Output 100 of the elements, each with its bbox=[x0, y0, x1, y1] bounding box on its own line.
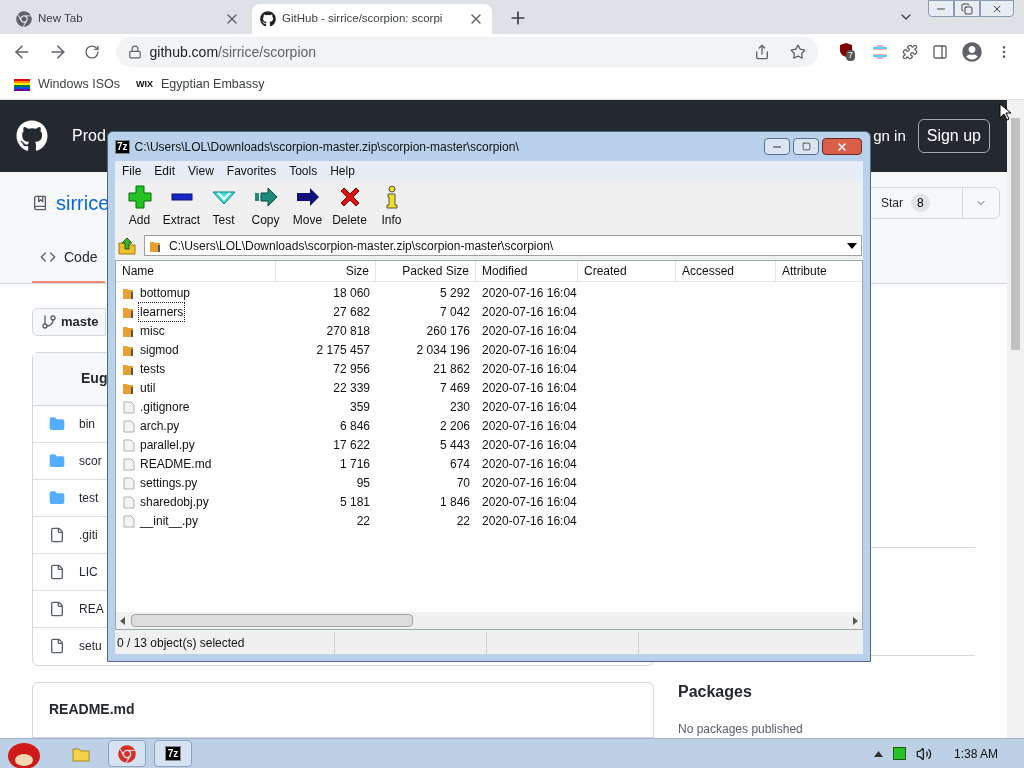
branch-icon bbox=[41, 313, 57, 330]
github-logo-icon[interactable] bbox=[16, 120, 48, 152]
column-header[interactable]: Created bbox=[578, 261, 676, 281]
file-link[interactable]: .giti bbox=[79, 525, 98, 544]
menu-item[interactable]: Tools bbox=[283, 162, 324, 180]
file-link[interactable]: test bbox=[79, 488, 99, 507]
tray-arrow-icon[interactable] bbox=[873, 750, 883, 757]
column-header[interactable]: Accessed bbox=[676, 261, 776, 281]
column-header[interactable]: Name bbox=[116, 261, 276, 281]
share-icon[interactable] bbox=[754, 44, 770, 60]
file-icon bbox=[49, 638, 65, 655]
repo-name[interactable]: sirrice bbox=[56, 187, 110, 218]
window-title: C:\Users\LOL\Downloads\scorpion-master.zip\scorpion-master\scorpion\ bbox=[134, 138, 519, 156]
address-field[interactable]: github.com/sirrice/scorpion bbox=[115, 37, 818, 67]
folder-icon bbox=[49, 452, 65, 469]
menu-item[interactable]: File bbox=[116, 162, 148, 180]
scroll-thumb[interactable] bbox=[131, 614, 413, 627]
volume-icon[interactable] bbox=[915, 745, 932, 762]
file-name[interactable]: arch.py bbox=[138, 415, 182, 436]
commit-author[interactable]: Eug bbox=[81, 368, 108, 390]
file-link[interactable]: bin bbox=[79, 414, 95, 433]
file-link[interactable]: LIC bbox=[79, 562, 98, 581]
file-name[interactable]: util bbox=[138, 377, 158, 398]
maximize-button[interactable] bbox=[793, 138, 819, 155]
repo-tab[interactable]: Code bbox=[32, 233, 106, 283]
toolbar-button[interactable]: Test bbox=[203, 183, 244, 231]
file-name[interactable]: .gitignore bbox=[138, 396, 192, 417]
close-button[interactable] bbox=[980, 0, 1014, 17]
taskbar-button[interactable]: 7z bbox=[154, 740, 192, 767]
browser-tab[interactable]: New Tab bbox=[8, 4, 248, 34]
toolbar-button[interactable]: Move bbox=[287, 183, 328, 231]
scroll-left-icon[interactable] bbox=[120, 616, 125, 625]
file-name[interactable]: settings.py bbox=[138, 472, 200, 493]
close-button[interactable] bbox=[822, 138, 862, 155]
sidebar-heading: Packages bbox=[678, 682, 753, 702]
browser-tab[interactable]: GitHub - sirrice/scorpion: scorpi bbox=[252, 4, 492, 34]
file-icon bbox=[122, 494, 136, 509]
file-name[interactable]: README.md bbox=[138, 453, 214, 474]
table-cell-text: 5 181 bbox=[339, 493, 370, 511]
branch-button[interactable]: maste bbox=[32, 308, 106, 336]
bookmark[interactable]: WIX Egyptian Embassy bbox=[135, 75, 265, 94]
maximize-button[interactable] bbox=[954, 0, 980, 17]
app-logo: 7z bbox=[164, 746, 182, 761]
side-panel-icon[interactable] bbox=[932, 44, 948, 60]
up-folder-icon[interactable] bbox=[116, 235, 138, 256]
table-cell-text: 1 846 bbox=[439, 493, 470, 511]
taskbar-button[interactable] bbox=[108, 740, 146, 767]
toolbar-button[interactable]: Add bbox=[119, 183, 160, 231]
toolbar-button[interactable]: Delete bbox=[329, 183, 370, 231]
file-name[interactable]: tests bbox=[138, 358, 168, 379]
menu-item[interactable]: View bbox=[182, 162, 220, 180]
table-cell-text: 2020-07-16 16:04 bbox=[482, 436, 577, 454]
minimize-button[interactable] bbox=[764, 138, 790, 155]
file-name[interactable]: misc bbox=[138, 320, 167, 341]
toolbar-button[interactable]: Info bbox=[371, 183, 412, 231]
github-icon bbox=[260, 11, 276, 27]
column-header[interactable]: Size bbox=[276, 261, 376, 281]
menu-item[interactable]: Edit bbox=[148, 162, 182, 180]
file-icon bbox=[122, 513, 136, 528]
file-name[interactable]: bottomup bbox=[138, 282, 193, 303]
table-cell-text: 2 175 457 bbox=[316, 341, 370, 359]
file-name[interactable]: sharedobj.py bbox=[138, 491, 211, 512]
network-icon[interactable] bbox=[892, 747, 906, 760]
reload-icon[interactable] bbox=[83, 44, 100, 60]
sign-in-link[interactable]: gn in bbox=[873, 124, 906, 148]
file-icon bbox=[122, 475, 136, 490]
clock[interactable]: 1:38 AM bbox=[953, 744, 998, 763]
file-name[interactable]: __init__.py bbox=[138, 510, 201, 531]
column-header[interactable]: Attribute bbox=[776, 261, 862, 281]
table-cell-text: 674 bbox=[449, 455, 470, 473]
file-icon bbox=[122, 437, 136, 452]
profile-icon[interactable] bbox=[962, 42, 982, 62]
menu-item[interactable]: Help bbox=[324, 162, 361, 180]
file-link[interactable]: setu bbox=[79, 637, 102, 656]
extensions-icon[interactable] bbox=[902, 44, 918, 60]
star-icon[interactable] bbox=[790, 44, 806, 60]
menu-item[interactable]: Favorites bbox=[220, 162, 283, 180]
table-cell-text: 2020-07-16 16:04 bbox=[482, 341, 577, 359]
scroll-right-icon[interactable] bbox=[853, 616, 858, 625]
file-name[interactable]: learners bbox=[138, 301, 186, 322]
sidebar-text: No packages published bbox=[678, 721, 804, 738]
toolbar-button[interactable]: Copy bbox=[245, 183, 286, 231]
dropdown-arrow-icon[interactable] bbox=[847, 242, 857, 249]
table-cell-text: 2020-07-16 16:04 bbox=[482, 493, 577, 511]
readme-title: README.md bbox=[49, 699, 135, 719]
column-header[interactable]: Modified bbox=[476, 261, 578, 281]
file-link[interactable]: REA bbox=[79, 599, 104, 618]
star-button[interactable]: Star 8 bbox=[868, 186, 1000, 219]
chrome-icon bbox=[16, 11, 32, 27]
toolbar-button[interactable]: Extract bbox=[161, 183, 202, 231]
file-link[interactable]: scor bbox=[79, 451, 102, 470]
table-cell-text: 2020-07-16 16:04 bbox=[482, 322, 577, 340]
file-name[interactable]: parallel.py bbox=[138, 434, 197, 455]
app-logo: 7z bbox=[115, 139, 130, 154]
bookmark[interactable]: Windows ISOs bbox=[14, 75, 120, 94]
path-field[interactable]: C:\Users\LOL\Downloads\scorpion-master.zip\scorpion-master\scorpion\ bbox=[144, 235, 862, 256]
sign-up-button[interactable]: Sign up bbox=[917, 119, 990, 153]
file-name[interactable]: sigmod bbox=[138, 339, 181, 360]
column-header[interactable]: Packed Size bbox=[376, 261, 476, 281]
nav-link[interactable]: Prod bbox=[72, 124, 106, 148]
